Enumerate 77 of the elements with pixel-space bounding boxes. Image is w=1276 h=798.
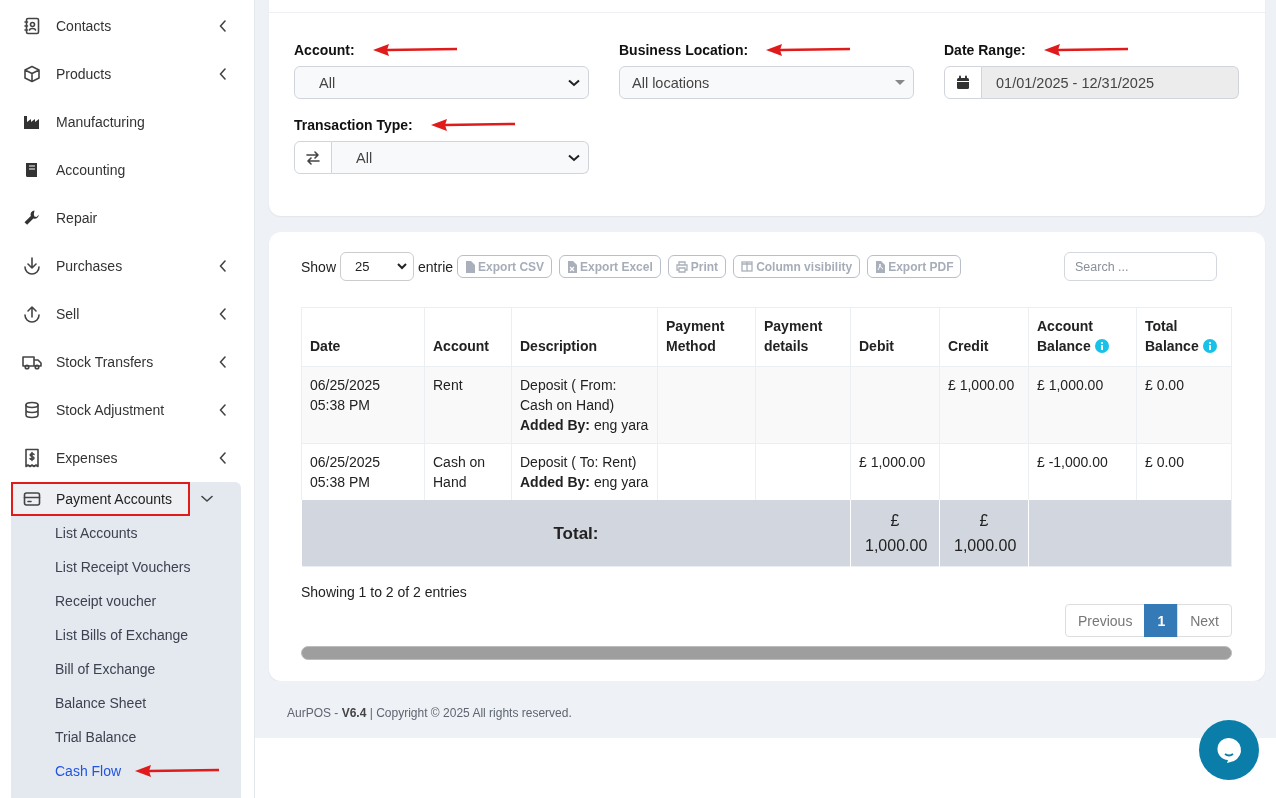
filter-label: Date Range:	[944, 42, 1026, 58]
table-info: Showing 1 to 2 of 2 entries	[301, 584, 468, 600]
chevron-left-icon	[219, 260, 227, 272]
table-cell: 06/25/2025 05:38 PM	[301, 366, 425, 444]
footer-text: AurPOS - V6.4 | Copyright © 2025 All rights reserved.	[287, 706, 573, 720]
submenu-item[interactable]: List Receipt Vouchers	[55, 559, 191, 575]
table-cell: £ 0.00	[1136, 366, 1232, 444]
chevron-left-icon	[219, 308, 227, 320]
sidebar-item[interactable]: Sell	[11, 290, 241, 338]
sidebar-item[interactable]: Products	[11, 50, 241, 98]
chevron-left-icon	[219, 20, 227, 32]
page-button[interactable]: 1	[1144, 604, 1179, 637]
chevron-left-icon	[219, 356, 227, 368]
submenu-item[interactable]: List Accounts	[55, 525, 138, 541]
submenu-item[interactable]: Cash Flow	[55, 763, 122, 779]
chevron-left-icon	[219, 404, 227, 416]
receipt-icon	[23, 448, 41, 468]
swap-arrows-icon	[305, 150, 321, 165]
page-length-select[interactable]: 25	[340, 252, 415, 281]
sidebar-item[interactable]: Purchases	[11, 242, 241, 290]
filter-label: Account:	[294, 42, 355, 58]
file-icon	[465, 260, 476, 273]
database-icon	[23, 401, 41, 419]
scrollbar[interactable]	[301, 646, 1232, 660]
highlighted-sidebar-item[interactable]: Payment Accounts	[11, 482, 190, 516]
table-cell: Deposit ( From: Cash on Hand) Added By: eng yara	[511, 366, 658, 444]
factory-icon	[23, 113, 41, 131]
dropdown[interactable]: All	[294, 66, 589, 99]
page-button[interactable]: Previous	[1064, 604, 1146, 637]
upload-icon	[22, 304, 42, 324]
chevron-down-icon	[201, 495, 213, 503]
submenu-item[interactable]: Trial Balance	[55, 729, 137, 745]
total-cell: £ 1,000.00	[939, 500, 1029, 567]
table-cell: Rent	[424, 366, 512, 444]
total-cell: £ 1,000.00	[850, 500, 940, 567]
filter-label: Transaction Type:	[294, 117, 413, 133]
total-label: Total:	[301, 500, 851, 567]
chevron-down-icon	[397, 263, 408, 270]
credit-card-icon	[23, 491, 41, 507]
filter-label: Business Location:	[619, 42, 749, 58]
sidebar-item[interactable]: Stock Adjustment	[11, 386, 241, 434]
caret-down-icon	[895, 79, 905, 86]
file-icon	[875, 260, 886, 273]
sidebar-item[interactable]: Expenses	[11, 434, 241, 482]
chevron-down-icon	[568, 153, 580, 162]
dropdown[interactable]: All locations	[619, 66, 914, 99]
submenu-item[interactable]: Bill of Exchange	[55, 661, 156, 677]
submenu-item[interactable]: List Bills of Exchange	[55, 627, 189, 643]
chat-bubble-icon	[1215, 736, 1243, 764]
submenu-item[interactable]: Receipt voucher	[55, 593, 157, 609]
submenu-item[interactable]: Balance Sheet	[55, 695, 147, 711]
columns-icon	[741, 261, 754, 272]
dropdown[interactable]: All	[332, 141, 589, 174]
wrench-icon	[23, 209, 41, 227]
address-book-icon	[23, 17, 41, 35]
chevron-left-icon	[219, 68, 227, 80]
date-range-field[interactable]: 01/01/2025 - 12/31/2025	[982, 66, 1239, 99]
download-icon	[22, 256, 42, 276]
truck-icon	[22, 353, 42, 371]
search-field[interactable]: Search ...	[1064, 252, 1217, 281]
sidebar-item[interactable]: Stock Transfers	[11, 338, 241, 386]
page-button[interactable]: Next	[1177, 604, 1232, 637]
length-label: Show	[301, 258, 337, 275]
sidebar-item[interactable]: Accounting	[11, 146, 241, 194]
chevron-down-icon	[568, 78, 580, 87]
chevron-left-icon	[219, 452, 227, 464]
length-label: entrie	[418, 258, 454, 275]
chat-button[interactable]	[1199, 720, 1259, 780]
calendar-icon	[956, 75, 970, 90]
sidebar-item[interactable]: Manufacturing	[11, 98, 241, 146]
table-cell: £ 1,000.00	[939, 366, 1029, 444]
table-cell: £ 1,000.00	[1028, 366, 1137, 444]
printer-icon	[675, 260, 688, 273]
sidebar-item[interactable]: Contacts	[11, 2, 241, 50]
sidebar-item[interactable]: Repair	[11, 194, 241, 242]
file-icon	[567, 260, 578, 273]
cube-icon	[23, 65, 41, 83]
